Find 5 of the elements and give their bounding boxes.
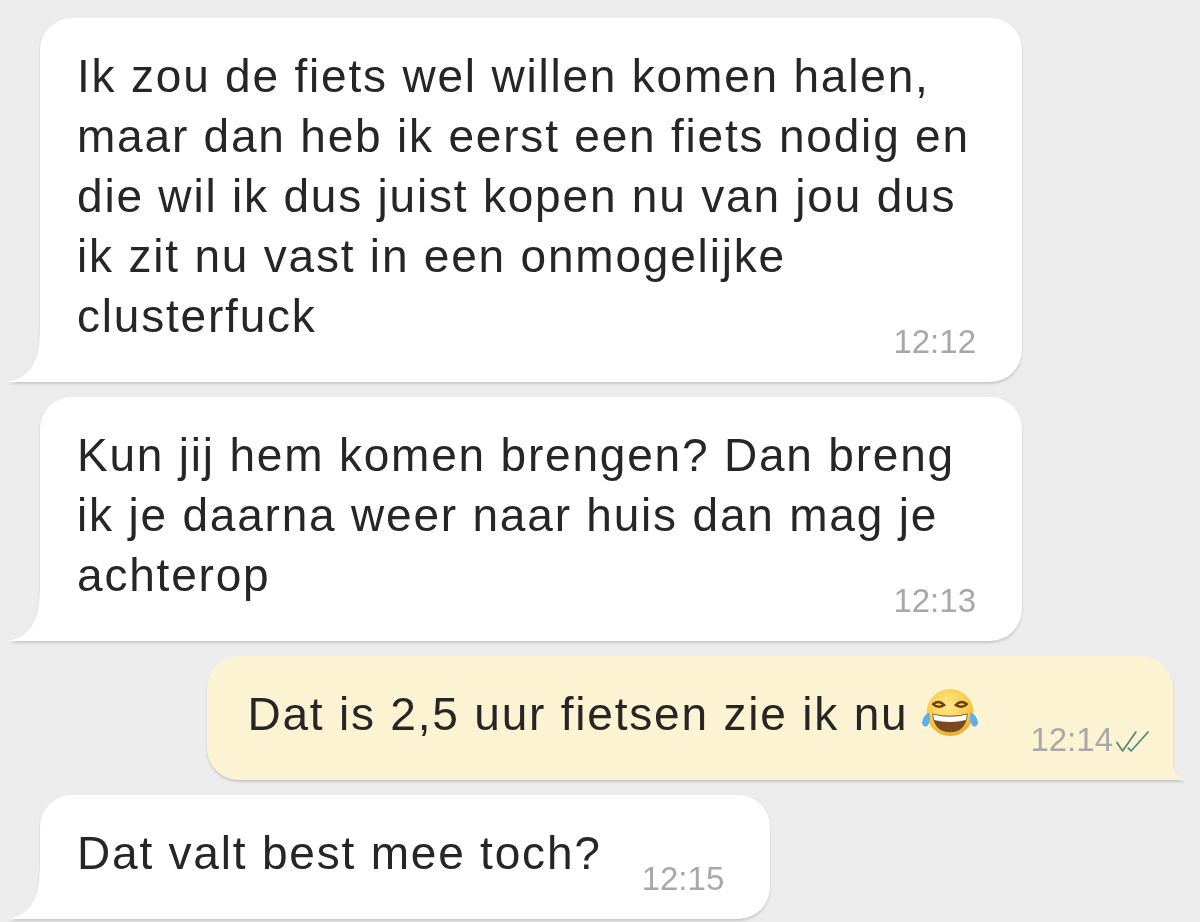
message-time: 12:15 xyxy=(641,860,725,897)
message-time: 12:14 xyxy=(1030,721,1113,758)
message-text: Dat valt best mee toch? xyxy=(77,827,602,879)
message-time: 12:13 xyxy=(893,582,976,619)
message-text: Dat is 2,5 uur fietsen zie ik nu xyxy=(247,688,909,740)
